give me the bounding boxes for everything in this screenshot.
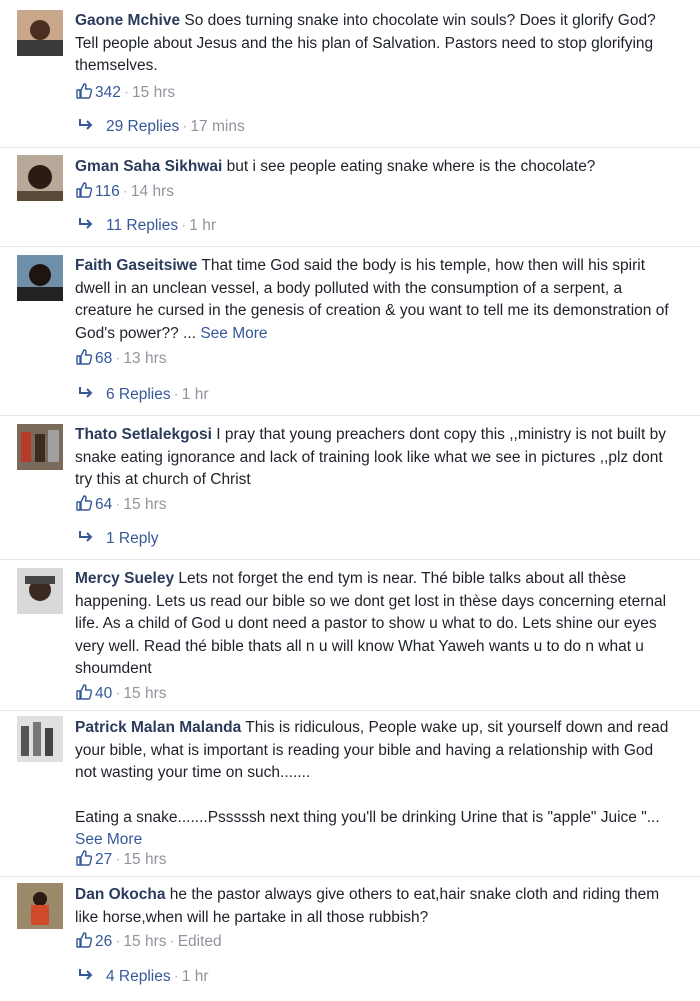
see-more-link[interactable]: See More xyxy=(200,325,267,342)
divider xyxy=(0,415,700,416)
comment-author[interactable]: Faith Gaseitsiwe xyxy=(75,257,197,274)
see-more-link[interactable]: See More xyxy=(75,831,142,848)
edited-label[interactable]: Edited xyxy=(178,933,222,950)
divider xyxy=(0,246,700,247)
comment-time[interactable]: 15 hrs xyxy=(123,933,166,950)
comment-meta: 116 · 14 hrs xyxy=(75,181,174,203)
view-replies-link[interactable]: 11 Replies xyxy=(106,217,178,234)
avatar[interactable] xyxy=(17,155,63,201)
like-icon[interactable] xyxy=(75,348,93,366)
comment-author[interactable]: Mercy Sueley xyxy=(75,570,174,587)
comment-time[interactable]: 15 hrs xyxy=(123,496,166,513)
divider xyxy=(0,710,700,711)
like-count[interactable]: 116 xyxy=(95,183,120,200)
like-icon[interactable] xyxy=(75,181,93,199)
separator-dot: · xyxy=(122,183,128,200)
like-count[interactable]: 26 xyxy=(95,933,112,950)
separator-dot: · xyxy=(182,118,188,135)
like-icon[interactable] xyxy=(75,82,93,100)
comment-author[interactable]: Patrick Malan Malanda xyxy=(75,719,241,736)
divider xyxy=(0,876,700,877)
separator-dot: · xyxy=(173,968,179,985)
avatar[interactable] xyxy=(17,883,63,929)
avatar[interactable] xyxy=(17,10,63,56)
like-count[interactable]: 40 xyxy=(95,685,112,702)
reply-time: 17 mins xyxy=(190,118,245,135)
reply-arrow-icon xyxy=(79,119,93,130)
replies-row[interactable]: 1 Reply xyxy=(78,528,159,550)
comment-meta: 68 · 13 hrs xyxy=(75,348,167,370)
like-icon[interactable] xyxy=(75,683,93,701)
separator-dot: · xyxy=(169,933,175,950)
separator-dot: · xyxy=(115,685,121,702)
separator-dot: · xyxy=(181,217,187,234)
comment-meta: 40 · 15 hrs xyxy=(75,683,167,705)
reply-arrow-icon xyxy=(79,531,93,542)
avatar[interactable] xyxy=(17,568,63,614)
separator-dot: · xyxy=(173,386,179,403)
reply-arrow-icon xyxy=(79,218,93,229)
reply-time: 1 hr xyxy=(189,217,216,234)
comment-time[interactable]: 13 hrs xyxy=(123,350,166,367)
replies-row[interactable]: 4 Replies · 1 hr xyxy=(78,966,209,988)
separator-dot: · xyxy=(123,84,130,101)
replies-row[interactable]: 11 Replies · 1 hr xyxy=(78,215,216,237)
like-count[interactable]: 68 xyxy=(95,350,112,367)
view-replies-link[interactable]: 29 Replies xyxy=(106,118,179,135)
comment-time[interactable]: 15 hrs xyxy=(132,84,175,101)
separator-dot: · xyxy=(115,350,121,367)
comment-meta: 64 · 15 hrs xyxy=(75,494,167,516)
like-icon[interactable] xyxy=(75,849,93,867)
replies-row[interactable]: 6 Replies · 1 hr xyxy=(78,384,209,406)
separator-dot: · xyxy=(115,851,121,868)
comment-time[interactable]: 14 hrs xyxy=(131,183,174,200)
replies-row[interactable]: 29 Replies · 17 mins xyxy=(78,116,245,138)
like-icon[interactable] xyxy=(75,931,93,949)
like-icon[interactable] xyxy=(75,494,93,512)
comment-text: Eating a snake.......Psssssh next thing … xyxy=(75,808,660,826)
like-count[interactable]: 64 xyxy=(95,496,112,513)
comment-author[interactable]: Thato Setlalekgosi xyxy=(75,426,212,443)
comment-meta: 26 · 15 hrs · Edited xyxy=(75,931,222,953)
comment-meta: 342 · 15 hrs xyxy=(75,82,175,104)
avatar[interactable] xyxy=(17,424,63,470)
like-count[interactable]: 27 xyxy=(95,851,112,868)
divider xyxy=(0,147,700,148)
view-replies-link[interactable]: 1 Reply xyxy=(106,530,159,547)
reply-time: 1 hr xyxy=(181,386,209,403)
comment-author[interactable]: Dan Okocha xyxy=(75,886,165,903)
avatar[interactable] xyxy=(17,255,63,301)
view-replies-link[interactable]: 4 Replies xyxy=(106,968,171,985)
divider xyxy=(0,559,700,560)
like-count[interactable]: 342 xyxy=(95,84,121,101)
comment-paragraph: Patrick Malan Malanda This is ridiculous… xyxy=(75,717,675,785)
comment-paragraph: Eating a snake.......Psssssh next thing … xyxy=(75,807,675,852)
reply-time: 1 hr xyxy=(181,968,209,985)
comment-author[interactable]: Gman Saha Sikhwai xyxy=(75,158,222,175)
view-replies-link[interactable]: 6 Replies xyxy=(106,386,171,403)
reply-arrow-icon xyxy=(79,969,93,980)
comment-author[interactable]: Gaone Mchive xyxy=(75,12,180,29)
separator-dot: · xyxy=(115,496,121,513)
comment-text: but i see people eating snake where is t… xyxy=(226,158,596,175)
avatar[interactable] xyxy=(17,716,63,762)
comment-time[interactable]: 15 hrs xyxy=(123,685,166,702)
reply-arrow-icon xyxy=(79,387,93,398)
comment-meta: 27 · 15 hrs xyxy=(75,849,167,871)
separator-dot: · xyxy=(115,933,121,950)
comment-time[interactable]: 15 hrs xyxy=(123,851,166,868)
